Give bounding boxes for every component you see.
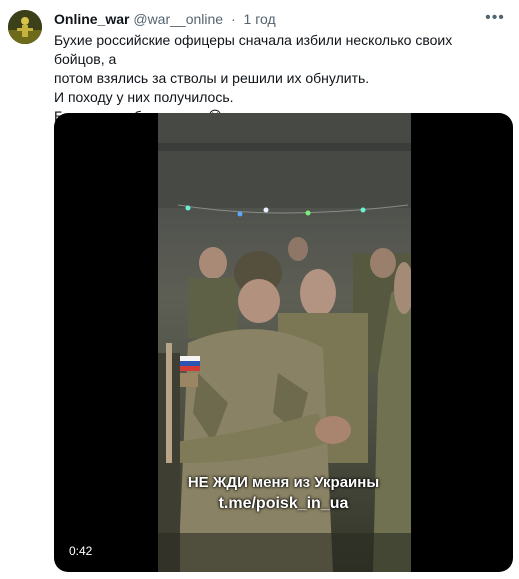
author-avatar[interactable] xyxy=(8,10,42,44)
tweet-header: Online_war @war__online · 1 год xyxy=(54,11,276,27)
more-options-icon[interactable]: ••• xyxy=(485,8,505,28)
tweet-text: Бухие российские офицеры сначала избили … xyxy=(54,31,506,126)
video-caption-line: НЕ ЖДИ меня из Украины xyxy=(187,474,380,491)
header-separator: · xyxy=(230,11,236,27)
tweet-text-line: И походу у них получилось. xyxy=(54,89,234,105)
tweet-text-line: Бухие российские офицеры сначала избили … xyxy=(54,32,453,67)
author-handle[interactable]: @war__online xyxy=(133,11,223,27)
tweet-timestamp[interactable]: 1 год xyxy=(244,11,276,27)
video-player[interactable]: НЕ ЖДИ меня из Украины t.me/poisk_in_ua … xyxy=(54,113,513,572)
video-caption-link: t.me/poisk_in_ua xyxy=(218,495,349,512)
tweet-text-line: потом взялись за стволы и решили их обну… xyxy=(54,70,370,86)
author-name[interactable]: Online_war xyxy=(54,11,129,27)
tweet-card[interactable]: Online_war @war__online · 1 год ••• Бухи… xyxy=(0,0,519,579)
video-duration: 0:42 xyxy=(64,543,98,559)
